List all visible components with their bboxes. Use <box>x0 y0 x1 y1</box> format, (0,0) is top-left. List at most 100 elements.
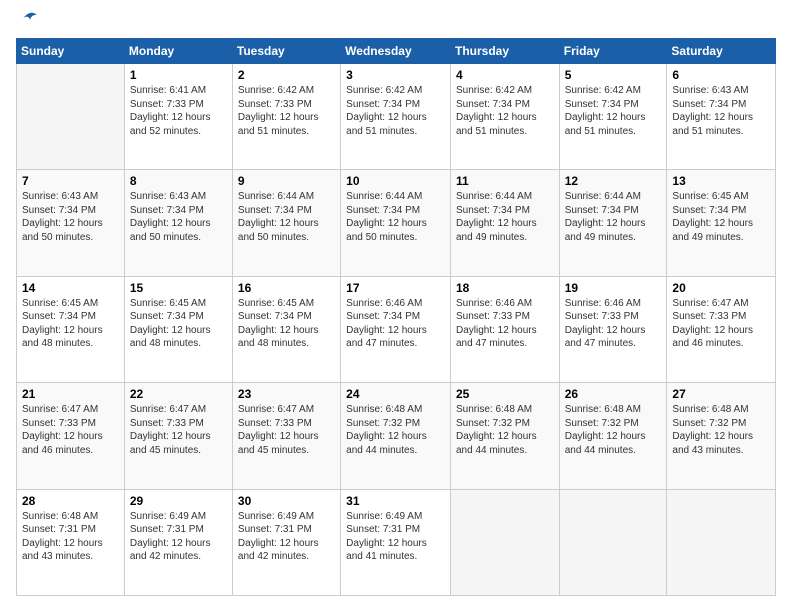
day-info: Sunrise: 6:47 AMSunset: 7:33 PMDaylight:… <box>130 403 227 457</box>
day-info: Sunrise: 6:49 AMSunset: 7:31 PMDaylight:… <box>346 510 445 564</box>
calendar-cell: 15 Sunrise: 6:45 AMSunset: 7:34 PMDayligh… <box>124 276 232 382</box>
day-info: Sunrise: 6:48 AMSunset: 7:32 PMDaylight:… <box>565 403 662 457</box>
day-info: Sunrise: 6:44 AMSunset: 7:34 PMDaylight:… <box>456 190 554 244</box>
calendar-cell <box>17 64 125 170</box>
day-number: 4 <box>456 68 554 82</box>
day-info: Sunrise: 6:42 AMSunset: 7:34 PMDaylight:… <box>456 84 554 138</box>
day-info: Sunrise: 6:47 AMSunset: 7:33 PMDaylight:… <box>238 403 335 457</box>
header <box>16 16 776 28</box>
day-number: 13 <box>672 174 770 188</box>
day-number: 8 <box>130 174 227 188</box>
calendar-cell <box>450 489 559 595</box>
day-number: 17 <box>346 281 445 295</box>
logo <box>16 16 40 28</box>
calendar-cell: 11Sunrise: 6:44 AMSunset: 7:34 PMDayligh… <box>450 170 559 276</box>
day-number: 19 <box>565 281 662 295</box>
calendar-cell: 7 Sunrise: 6:43 AMSunset: 7:34 PMDaylight… <box>17 170 125 276</box>
day-info: Sunrise: 6:45 AMSunset: 7:34 PMDaylight:… <box>130 297 227 351</box>
day-number: 16 <box>238 281 335 295</box>
calendar-cell: 9 Sunrise: 6:44 AMSunset: 7:34 PMDaylight… <box>232 170 340 276</box>
calendar-cell: 1 Sunrise: 6:41 AMSunset: 7:33 PMDaylight… <box>124 64 232 170</box>
day-info: Sunrise: 6:47 AMSunset: 7:33 PMDaylight:… <box>22 403 119 457</box>
calendar-cell: 13 Sunrise: 6:45 AMSunset: 7:34 PMDayligh… <box>667 170 776 276</box>
day-number: 10 <box>346 174 445 188</box>
day-info: Sunrise: 6:48 AMSunset: 7:32 PMDaylight:… <box>672 403 770 457</box>
day-number: 6 <box>672 68 770 82</box>
calendar-cell: 12Sunrise: 6:44 AMSunset: 7:34 PMDayligh… <box>559 170 667 276</box>
page: SundayMondayTuesdayWednesdayThursdayFrid… <box>0 0 792 612</box>
day-info: Sunrise: 6:47 AMSunset: 7:33 PMDaylight:… <box>672 297 770 351</box>
day-number: 12 <box>565 174 662 188</box>
calendar-cell: 30 Sunrise: 6:49 AMSunset: 7:31 PMDayligh… <box>232 489 340 595</box>
day-number: 7 <box>22 174 119 188</box>
calendar-cell <box>667 489 776 595</box>
day-info: Sunrise: 6:45 AMSunset: 7:34 PMDaylight:… <box>22 297 119 351</box>
calendar-cell: 26Sunrise: 6:48 AMSunset: 7:32 PMDayligh… <box>559 383 667 489</box>
calendar-cell: 18 Sunrise: 6:46 AMSunset: 7:33 PMDayligh… <box>450 276 559 382</box>
calendar-cell: 2 Sunrise: 6:42 AMSunset: 7:33 PMDaylight… <box>232 64 340 170</box>
calendar-cell: 16Sunrise: 6:45 AMSunset: 7:34 PMDayligh… <box>232 276 340 382</box>
calendar-table: SundayMondayTuesdayWednesdayThursdayFrid… <box>16 38 776 596</box>
calendar-cell: 28 Sunrise: 6:48 AMSunset: 7:31 PMDayligh… <box>17 489 125 595</box>
day-number: 2 <box>238 68 335 82</box>
calendar-cell: 10 Sunrise: 6:44 AMSunset: 7:34 PMDayligh… <box>341 170 451 276</box>
day-number: 31 <box>346 494 445 508</box>
day-info: Sunrise: 6:43 AMSunset: 7:34 PMDaylight:… <box>672 84 770 138</box>
calendar-week-1: 7 Sunrise: 6:43 AMSunset: 7:34 PMDaylight… <box>17 170 776 276</box>
calendar-week-2: 14 Sunrise: 6:45 AMSunset: 7:34 PMDayligh… <box>17 276 776 382</box>
day-number: 20 <box>672 281 770 295</box>
day-number: 29 <box>130 494 227 508</box>
day-number: 27 <box>672 387 770 401</box>
day-info: Sunrise: 6:42 AMSunset: 7:34 PMDaylight:… <box>565 84 662 138</box>
day-info: Sunrise: 6:43 AMSunset: 7:34 PMDaylight:… <box>130 190 227 244</box>
day-number: 24 <box>346 387 445 401</box>
day-number: 9 <box>238 174 335 188</box>
calendar-cell: 24 Sunrise: 6:48 AMSunset: 7:32 PMDayligh… <box>341 383 451 489</box>
calendar-cell: 27 Sunrise: 6:48 AMSunset: 7:32 PMDayligh… <box>667 383 776 489</box>
day-info: Sunrise: 6:49 AMSunset: 7:31 PMDaylight:… <box>130 510 227 564</box>
calendar-cell: 5 Sunrise: 6:42 AMSunset: 7:34 PMDaylight… <box>559 64 667 170</box>
day-info: Sunrise: 6:44 AMSunset: 7:34 PMDaylight:… <box>238 190 335 244</box>
day-info: Sunrise: 6:46 AMSunset: 7:34 PMDaylight:… <box>346 297 445 351</box>
day-info: Sunrise: 6:49 AMSunset: 7:31 PMDaylight:… <box>238 510 335 564</box>
day-number: 30 <box>238 494 335 508</box>
day-info: Sunrise: 6:48 AMSunset: 7:31 PMDaylight:… <box>22 510 119 564</box>
day-number: 1 <box>130 68 227 82</box>
day-number: 18 <box>456 281 554 295</box>
calendar-week-4: 28 Sunrise: 6:48 AMSunset: 7:31 PMDayligh… <box>17 489 776 595</box>
calendar-cell: 31 Sunrise: 6:49 AMSunset: 7:31 PMDayligh… <box>341 489 451 595</box>
calendar-cell: 29 Sunrise: 6:49 AMSunset: 7:31 PMDayligh… <box>124 489 232 595</box>
calendar-week-3: 21 Sunrise: 6:47 AMSunset: 7:33 PMDayligh… <box>17 383 776 489</box>
calendar-cell: 14 Sunrise: 6:45 AMSunset: 7:34 PMDayligh… <box>17 276 125 382</box>
day-info: Sunrise: 6:48 AMSunset: 7:32 PMDaylight:… <box>346 403 445 457</box>
day-info: Sunrise: 6:45 AMSunset: 7:34 PMDaylight:… <box>672 190 770 244</box>
day-number: 22 <box>130 387 227 401</box>
calendar-cell: 23 Sunrise: 6:47 AMSunset: 7:33 PMDayligh… <box>232 383 340 489</box>
calendar-header-thursday: Thursday <box>450 39 559 64</box>
day-info: Sunrise: 6:43 AMSunset: 7:34 PMDaylight:… <box>22 190 119 244</box>
calendar-header-wednesday: Wednesday <box>341 39 451 64</box>
calendar-week-0: 1 Sunrise: 6:41 AMSunset: 7:33 PMDaylight… <box>17 64 776 170</box>
day-info: Sunrise: 6:46 AMSunset: 7:33 PMDaylight:… <box>456 297 554 351</box>
day-number: 5 <box>565 68 662 82</box>
day-number: 15 <box>130 281 227 295</box>
calendar-cell: 19 Sunrise: 6:46 AMSunset: 7:33 PMDayligh… <box>559 276 667 382</box>
calendar-cell: 20 Sunrise: 6:47 AMSunset: 7:33 PMDayligh… <box>667 276 776 382</box>
day-info: Sunrise: 6:42 AMSunset: 7:33 PMDaylight:… <box>238 84 335 138</box>
calendar-header-tuesday: Tuesday <box>232 39 340 64</box>
day-info: Sunrise: 6:46 AMSunset: 7:33 PMDaylight:… <box>565 297 662 351</box>
day-number: 25 <box>456 387 554 401</box>
calendar-header-row: SundayMondayTuesdayWednesdayThursdayFrid… <box>17 39 776 64</box>
day-number: 14 <box>22 281 119 295</box>
day-info: Sunrise: 6:42 AMSunset: 7:34 PMDaylight:… <box>346 84 445 138</box>
day-info: Sunrise: 6:44 AMSunset: 7:34 PMDaylight:… <box>346 190 445 244</box>
calendar-cell <box>559 489 667 595</box>
calendar-cell: 6 Sunrise: 6:43 AMSunset: 7:34 PMDaylight… <box>667 64 776 170</box>
calendar-cell: 3Sunrise: 6:42 AMSunset: 7:34 PMDaylight… <box>341 64 451 170</box>
day-number: 23 <box>238 387 335 401</box>
day-number: 21 <box>22 387 119 401</box>
logo-icon <box>20 8 40 28</box>
calendar-cell: 8 Sunrise: 6:43 AMSunset: 7:34 PMDaylight… <box>124 170 232 276</box>
day-number: 28 <box>22 494 119 508</box>
day-info: Sunrise: 6:41 AMSunset: 7:33 PMDaylight:… <box>130 84 227 138</box>
